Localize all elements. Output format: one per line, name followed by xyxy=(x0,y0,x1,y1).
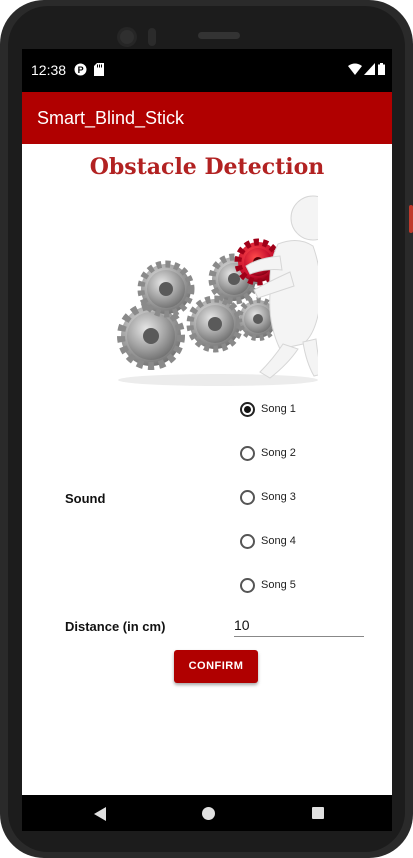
front-camera xyxy=(120,30,134,44)
home-icon[interactable] xyxy=(202,807,215,820)
radio-label: Song 5 xyxy=(261,579,296,591)
gears-illustration xyxy=(117,195,318,386)
recents-icon[interactable] xyxy=(312,807,324,819)
sd-card-icon xyxy=(94,63,104,76)
app-title: Smart_Blind_Stick xyxy=(37,108,185,128)
proximity-sensor xyxy=(148,28,156,46)
distance-label: Distance (in cm) xyxy=(65,619,166,634)
svg-text:P: P xyxy=(78,65,84,75)
radio-song-4[interactable]: Song 4 xyxy=(240,531,296,551)
radio-button[interactable] xyxy=(240,533,255,549)
phone-frame: 12:38 P Smart_Blind_Stick Obstacle Detec… xyxy=(0,0,413,858)
gear-icon xyxy=(117,302,185,370)
back-icon[interactable] xyxy=(94,807,106,821)
page-title: Obstacle Detection xyxy=(89,154,325,180)
navigation-bar xyxy=(22,795,392,831)
volume-button xyxy=(409,205,413,233)
main-content: Obstacle Detection Song 1 Song 2 Song 3 … xyxy=(22,144,392,795)
confirm-button[interactable]: CONFIRM xyxy=(174,650,258,683)
status-time: 12:38 xyxy=(31,62,67,78)
status-bar: 12:38 P xyxy=(22,49,392,92)
wifi-icon xyxy=(348,63,362,75)
radio-button[interactable] xyxy=(240,577,255,593)
radio-song-5[interactable]: Song 5 xyxy=(240,575,296,595)
distance-input[interactable] xyxy=(234,614,364,637)
sound-label: Sound xyxy=(65,491,106,506)
app-bar: Smart_Blind_Stick xyxy=(22,92,392,144)
radio-label: Song 4 xyxy=(261,535,296,547)
radio-label: Song 3 xyxy=(261,491,296,503)
screen: 12:38 P Smart_Blind_Stick Obstacle Detec… xyxy=(22,49,392,831)
signal-icon xyxy=(364,63,375,75)
radio-label: Song 2 xyxy=(261,447,296,459)
radio-button[interactable] xyxy=(240,445,255,461)
radio-button[interactable] xyxy=(240,401,255,417)
radio-song-3[interactable]: Song 3 xyxy=(240,487,296,507)
data-saver-icon: P xyxy=(74,63,87,76)
radio-button[interactable] xyxy=(240,489,255,505)
radio-song-2[interactable]: Song 2 xyxy=(240,443,296,463)
earpiece-speaker xyxy=(198,32,240,39)
battery-icon xyxy=(378,63,385,75)
radio-song-1[interactable]: Song 1 xyxy=(240,399,296,419)
radio-label: Song 1 xyxy=(261,403,296,415)
